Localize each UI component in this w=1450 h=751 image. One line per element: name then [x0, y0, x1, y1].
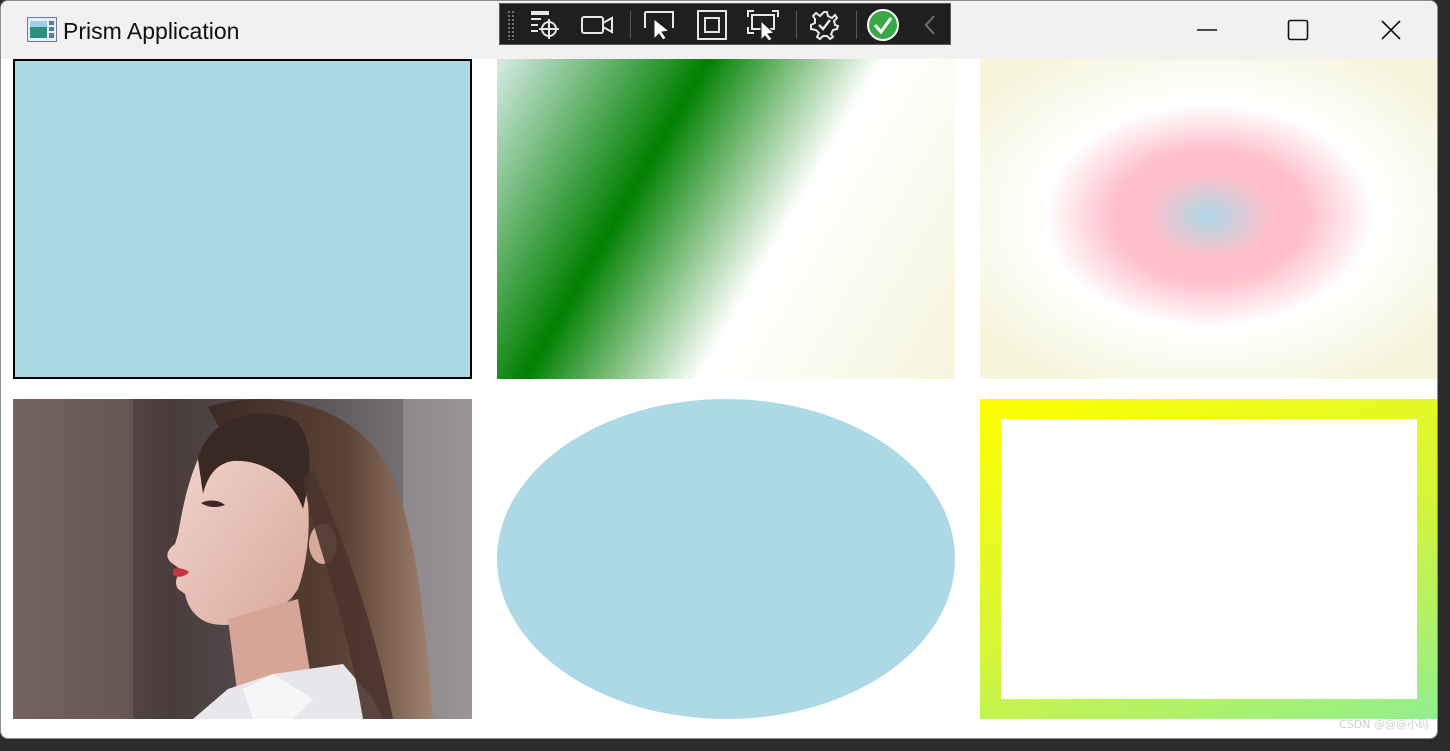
- check-circle-icon: [867, 9, 899, 41]
- rectangle-solid-fill: [13, 59, 472, 379]
- track-focused-element-button[interactable]: [746, 9, 780, 41]
- go-to-live-visual-tree-button[interactable]: [527, 9, 561, 41]
- window-title: Prism Application: [63, 18, 240, 44]
- toolbar-grip-handle[interactable]: [507, 10, 515, 40]
- rectangle-gradient-border: [980, 399, 1437, 719]
- hot-reload-gear-icon: [810, 11, 840, 41]
- hot-reload-button[interactable]: [807, 9, 841, 41]
- layout-adorner-icon: [697, 10, 727, 40]
- toolbar-separator: [796, 11, 797, 39]
- debug-toolbar: [499, 3, 951, 45]
- show-in-application-button[interactable]: [580, 9, 614, 41]
- maximize-icon: [1287, 19, 1309, 41]
- app-window-icon: [27, 17, 57, 42]
- cursor-select-icon: [644, 11, 674, 41]
- display-layout-adorners-button[interactable]: [695, 9, 729, 41]
- app-window: Prism Application CSDN @@@小码: [0, 0, 1438, 739]
- minimize-button[interactable]: [1161, 1, 1253, 59]
- watermark-text: CSDN @@@小码: [1339, 718, 1429, 731]
- track-focus-icon: [747, 10, 779, 41]
- binding-status-button[interactable]: [866, 9, 900, 41]
- ellipse-solid-fill: [497, 399, 955, 719]
- rectangle-white-fill: [1001, 419, 1417, 699]
- minimize-icon: [1197, 29, 1217, 31]
- image-brush-portrait: [13, 399, 472, 719]
- rectangle-radial-gradient: [980, 59, 1437, 379]
- close-icon: [1381, 20, 1401, 40]
- toolbar-separator: [630, 11, 631, 39]
- maximize-button[interactable]: [1252, 1, 1344, 59]
- close-button[interactable]: [1345, 1, 1437, 59]
- rectangle-linear-gradient: [497, 59, 955, 379]
- toolbar-separator: [856, 11, 857, 39]
- visual-tree-target-icon: [531, 11, 559, 39]
- chevron-left-icon: [924, 15, 935, 35]
- collapse-toolbar-button[interactable]: [914, 9, 948, 41]
- select-element-button[interactable]: [642, 9, 676, 41]
- video-camera-icon: [581, 16, 613, 34]
